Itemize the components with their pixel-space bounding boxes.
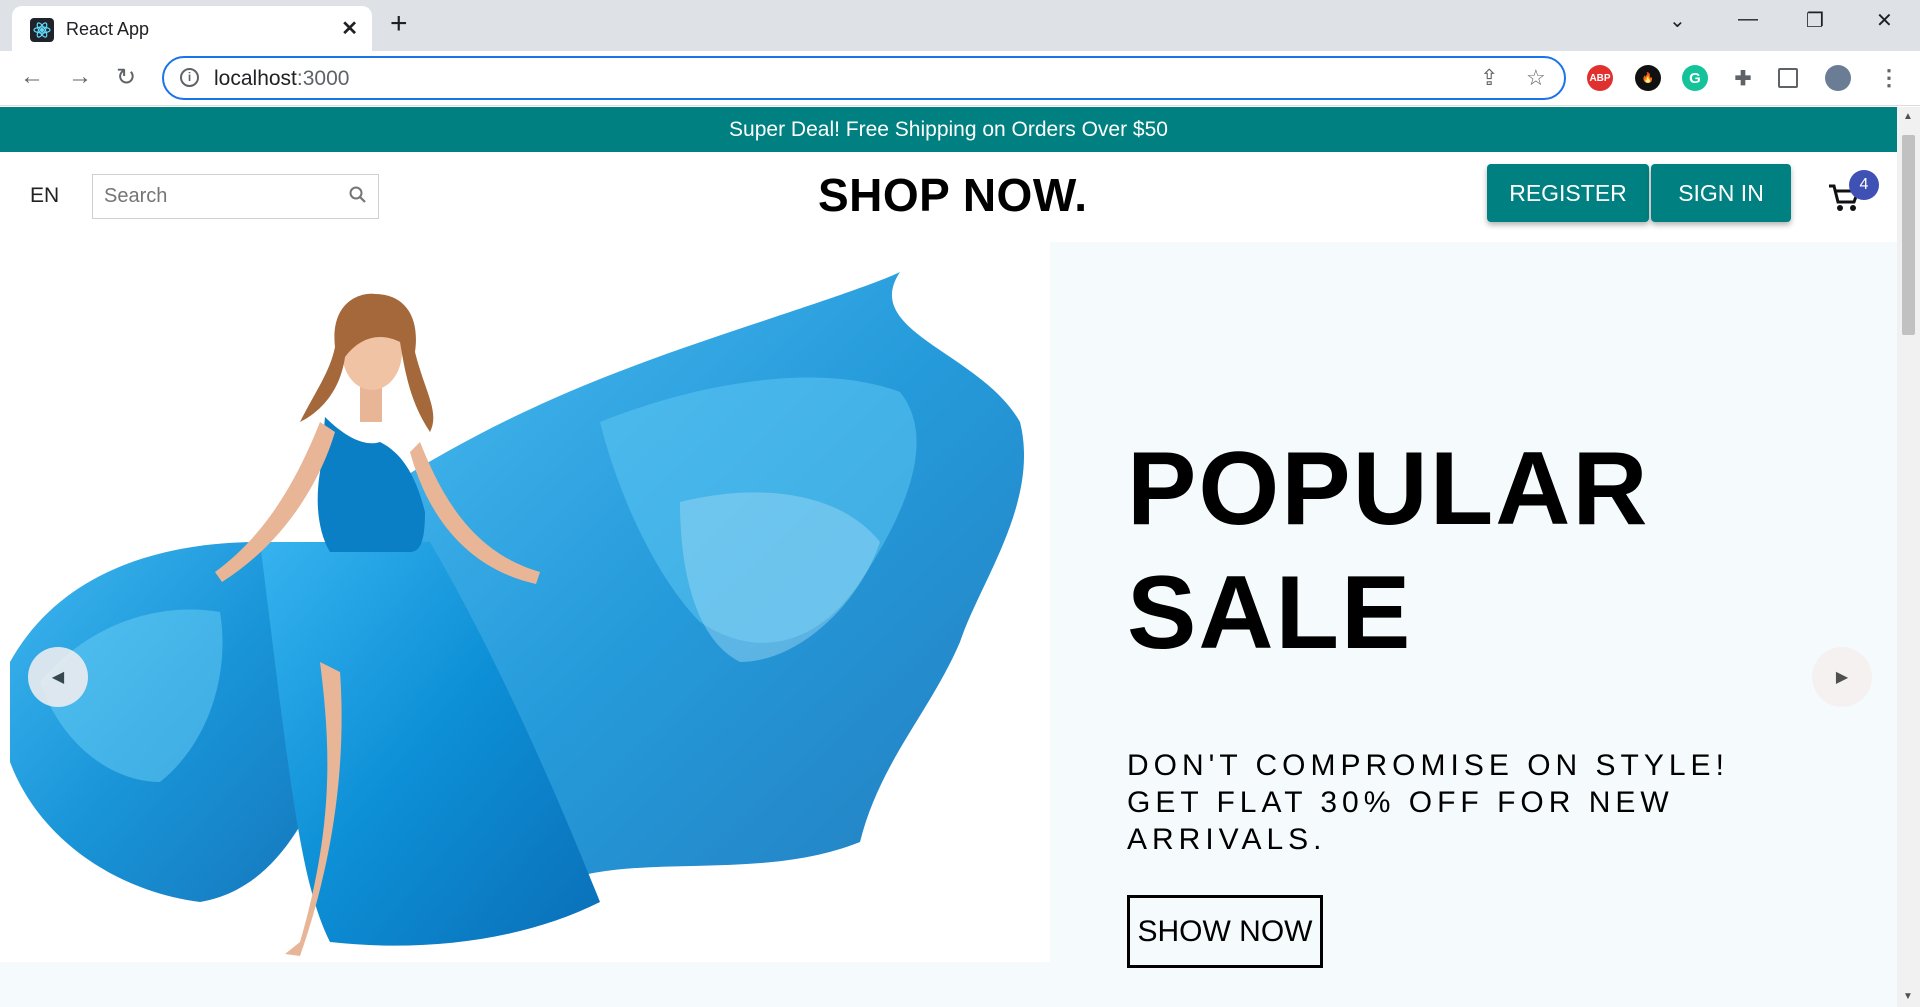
announcement-text: Super Deal! Free Shipping on Orders Over… — [729, 117, 1168, 141]
browser-menu-icon[interactable]: ⋮ — [1876, 65, 1902, 91]
woman-blue-dress-illustration — [10, 272, 1025, 956]
hero-title: POPULAR SALE — [1127, 431, 1650, 671]
adblock-extension-icon[interactable]: ABP — [1587, 65, 1613, 91]
minimize-icon[interactable]: — — [1738, 8, 1758, 31]
cart-count-badge: 4 — [1849, 170, 1879, 200]
address-bar[interactable]: i localhost:3000 ⇪ ☆ — [162, 56, 1566, 100]
sign-in-button[interactable]: SIGN IN — [1651, 164, 1791, 222]
scroll-down-icon[interactable]: ▼ — [1903, 991, 1913, 1002]
show-now-button[interactable]: SHOW NOW — [1127, 895, 1323, 968]
side-panel-icon[interactable] — [1778, 68, 1798, 88]
scroll-thumb[interactable] — [1902, 135, 1915, 335]
url-text: localhost:3000 — [214, 67, 349, 91]
register-button[interactable]: REGISTER — [1487, 164, 1649, 222]
flame-extension-icon[interactable]: 🔥 — [1635, 65, 1661, 91]
site-logo[interactable]: SHOP NOW. — [818, 168, 1087, 222]
url-host: localhost — [214, 67, 297, 90]
extensions-puzzle-icon[interactable]: ✚ — [1730, 65, 1756, 91]
search-icon[interactable] — [348, 185, 368, 210]
hero-slider: ◀ ▶ POPULAR SALE DON'T COMPROMISE ON STY… — [0, 242, 1897, 1007]
browser-tab[interactable]: React App ✕ — [12, 6, 372, 51]
url-port: :3000 — [296, 67, 350, 90]
hero-image — [0, 242, 1050, 962]
share-icon[interactable]: ⇪ — [1480, 65, 1498, 91]
announcement-bar: Super Deal! Free Shipping on Orders Over… — [0, 107, 1897, 152]
page-scrollbar[interactable]: ▲ ▼ — [1897, 107, 1920, 1007]
grammarly-extension-icon[interactable]: G — [1682, 65, 1708, 91]
language-selector[interactable]: EN — [30, 184, 59, 208]
browser-tabbar: React App ✕ + ⌄ — ❐ ✕ — [0, 0, 1920, 51]
close-window-icon[interactable]: ✕ — [1876, 8, 1893, 33]
slider-prev-arrow[interactable]: ◀ — [28, 647, 88, 707]
react-favicon-icon — [30, 18, 54, 42]
tab-title: React App — [66, 19, 150, 39]
site-info-icon[interactable]: i — [180, 68, 199, 87]
hero-description: DON'T COMPROMISE ON STYLE! GET FLAT 30% … — [1127, 749, 1729, 856]
tab-search-chevron-icon[interactable]: ⌄ — [1669, 8, 1686, 33]
new-tab-icon[interactable]: + — [390, 8, 408, 40]
restore-icon[interactable]: ❐ — [1806, 8, 1824, 33]
reload-icon[interactable]: ↻ — [116, 63, 136, 92]
forward-icon[interactable]: → — [68, 63, 92, 91]
web-page: Super Deal! Free Shipping on Orders Over… — [0, 107, 1897, 1007]
tab-close-icon[interactable]: ✕ — [341, 16, 358, 41]
profile-avatar[interactable] — [1825, 65, 1851, 91]
search-box — [92, 174, 379, 219]
search-input[interactable] — [93, 185, 333, 208]
scroll-up-icon[interactable]: ▲ — [1903, 111, 1913, 122]
site-navbar: EN SHOP NOW. REGISTER SIGN IN 4 — [0, 152, 1897, 242]
browser-toolbar: ← → ↻ i localhost:3000 ⇪ ☆ ABP 🔥 G ✚ ⋮ — [0, 51, 1920, 106]
bookmark-star-icon[interactable]: ☆ — [1526, 65, 1546, 91]
back-icon[interactable]: ← — [20, 63, 44, 91]
